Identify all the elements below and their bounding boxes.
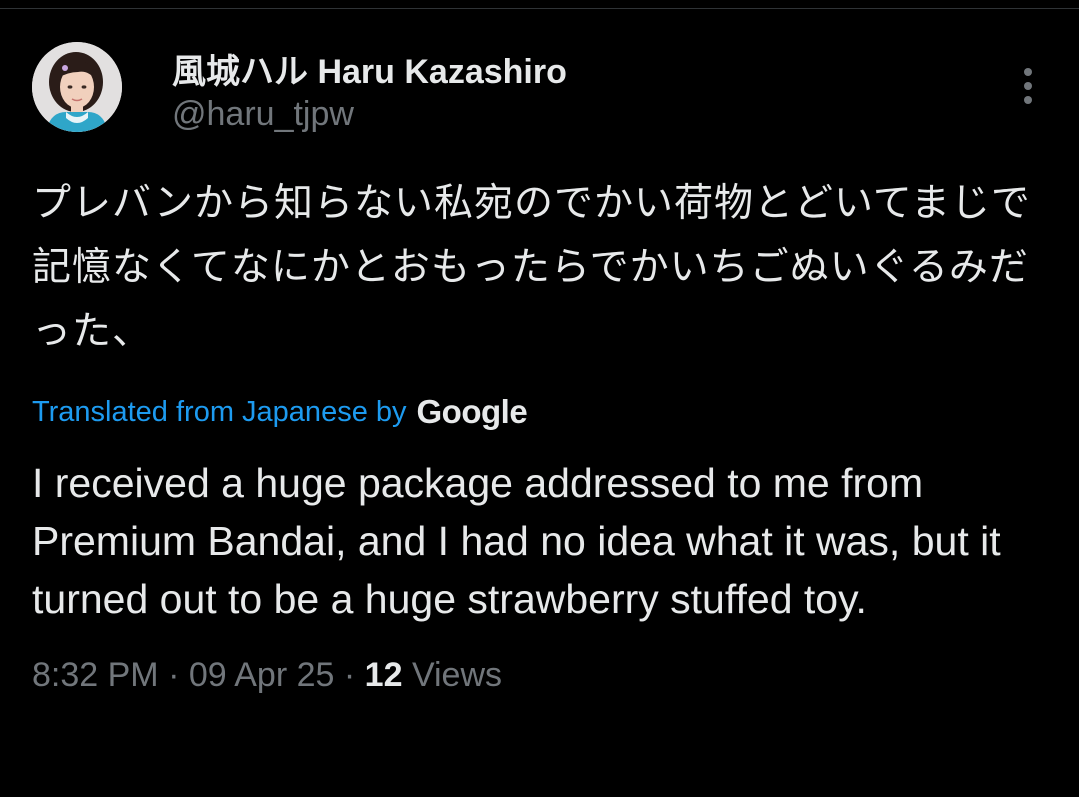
- translated-from-link[interactable]: Translated from Japanese by: [32, 396, 407, 429]
- tweet-original-text: プレバンから知らない私宛のでかい荷物とどいてまじで記憶なくてなにかとおもったらで…: [32, 181, 1031, 354]
- author-display-name[interactable]: 風城ハル Haru Kazashiro: [172, 52, 567, 92]
- profile-photo-icon: [32, 42, 122, 132]
- tweet-header: 風城ハル Haru Kazashiro @haru_tjpw: [32, 38, 1047, 148]
- views-label: Views: [411, 656, 503, 694]
- translation-attribution: Translated from Japanese by Google: [32, 392, 1047, 432]
- tweet-translated-text: I received a huge package addressed to m…: [32, 460, 1001, 622]
- tweet-date[interactable]: 09 Apr 25: [189, 656, 335, 694]
- author-handle[interactable]: @haru_tjpw: [172, 92, 567, 136]
- top-divider: [0, 8, 1079, 9]
- meta-separator: ·: [168, 656, 180, 694]
- meta-separator: ·: [343, 656, 356, 694]
- tweet: 風城ハル Haru Kazashiro @haru_tjpw プレバンから知らな…: [32, 38, 1047, 695]
- tweet-meta: 8:32 PM · 09 Apr 25 · 12 Views: [32, 656, 1047, 695]
- google-logo: Google: [416, 393, 528, 430]
- avatar[interactable]: [32, 42, 122, 132]
- more-options-button[interactable]: [1007, 64, 1047, 108]
- tweet-time[interactable]: 8:32 PM: [32, 656, 159, 694]
- views-count: 12: [364, 656, 403, 694]
- author-names: 風城ハル Haru Kazashiro @haru_tjpw: [172, 52, 567, 136]
